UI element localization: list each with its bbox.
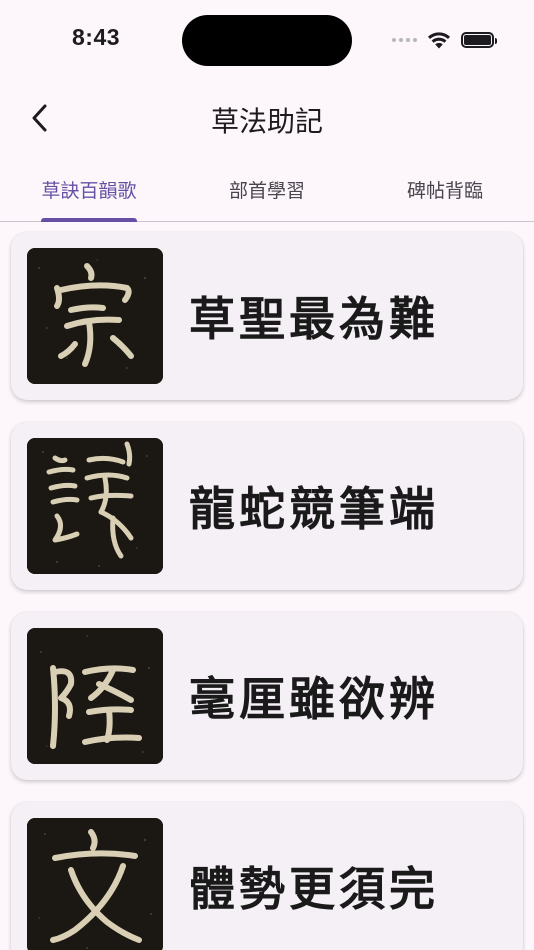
calligraphy-image [27, 248, 163, 384]
list-item[interactable]: 體勢更須完 [11, 802, 523, 950]
battery-icon [461, 32, 497, 48]
tab-label: 部首學習 [228, 180, 305, 202]
tab-stele-copy[interactable]: 碑帖背臨 [356, 160, 534, 221]
verse-text: 體勢更須完 [189, 862, 439, 916]
tab-bar: 草訣百韻歌 部首學習 碑帖背臨 [0, 160, 534, 222]
wifi-icon [428, 32, 450, 49]
calligraphy-image [27, 628, 163, 764]
verse-list[interactable]: 草聖最為難 龍蛇競筆端 毫厘雖欲辨 體勢更須完 [0, 222, 534, 950]
list-item[interactable]: 草聖最為難 [11, 232, 523, 400]
calligraphy-image [27, 438, 163, 574]
verse-text: 龍蛇競筆端 [189, 482, 439, 536]
calligraphy-image [27, 818, 163, 950]
tab-cao-jue[interactable]: 草訣百韻歌 [0, 160, 178, 221]
status-bar: 8:43 [0, 0, 534, 80]
dynamic-island [182, 15, 352, 66]
status-icons [392, 28, 497, 52]
status-time: 8:43 [72, 24, 121, 50]
cellular-signal-icon [392, 38, 417, 42]
page-title: 草法助記 [210, 105, 323, 138]
tab-radicals[interactable]: 部首學習 [178, 160, 356, 221]
tab-label: 草訣百韻歌 [41, 180, 137, 202]
verse-text: 草聖最為難 [189, 292, 439, 346]
tab-label: 碑帖背臨 [406, 180, 483, 202]
list-item[interactable]: 毫厘雖欲辨 [11, 612, 523, 780]
verse-text: 毫厘雖欲辨 [189, 672, 439, 726]
list-item[interactable]: 龍蛇競筆端 [11, 422, 523, 590]
app-bar: 草法助記 [0, 88, 534, 150]
